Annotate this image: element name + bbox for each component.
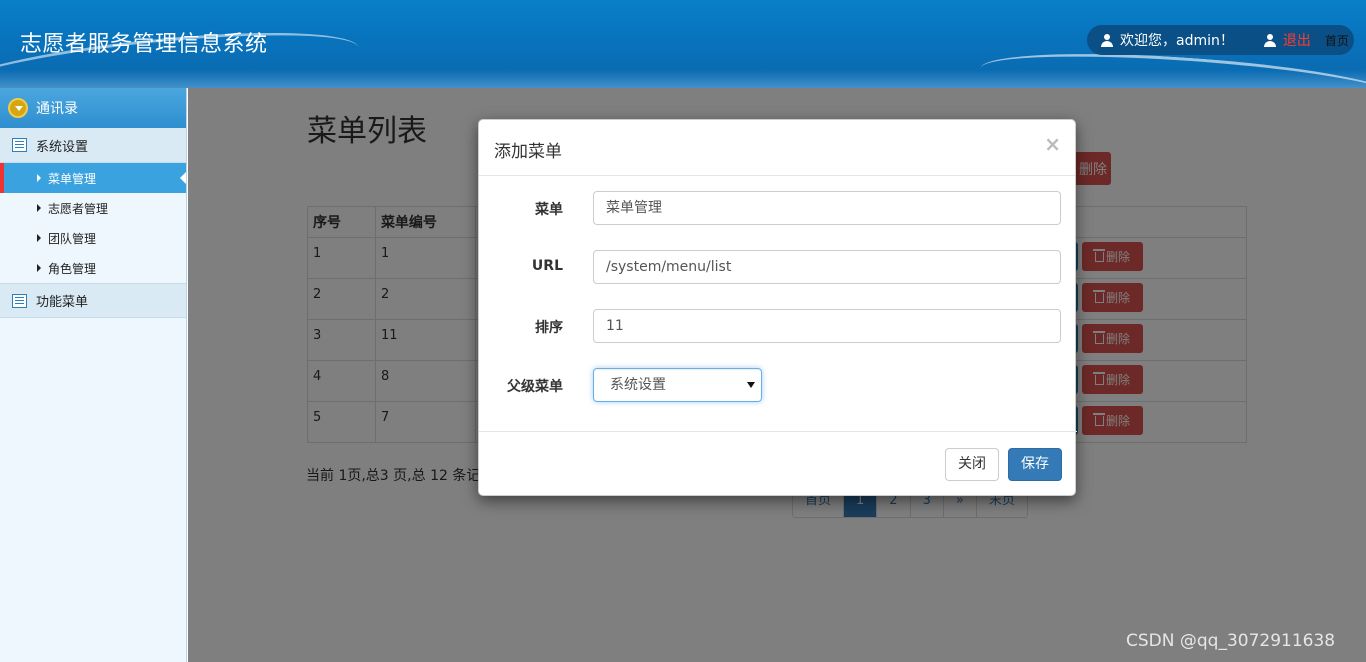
sidebar-item-label: 菜单管理 [48, 171, 97, 186]
user-icon [1101, 33, 1113, 47]
sort-input[interactable]: 11 [593, 309, 1061, 343]
sidebar: 通讯录 系统设置 菜单管理 志愿者管理 团队管理 角色管理 功能菜单 [0, 88, 187, 662]
welcome-text: 欢迎您，admin！ [1120, 33, 1234, 49]
url-value: /system/menu/list [606, 259, 732, 275]
caret-down-icon [747, 382, 755, 388]
sidebar-contacts[interactable]: 通讯录 [0, 88, 186, 128]
logout-link[interactable]: 退出 [1283, 30, 1311, 50]
form-row-url: URL /system/menu/list [479, 250, 1077, 284]
parent-menu-label: 父级菜单 [507, 379, 563, 395]
add-menu-modal: 添加菜单 × 菜单 菜单管理 URL /system/menu/list 排序 … [478, 119, 1077, 496]
parent-menu-value: 系统设置 [610, 377, 666, 393]
sidebar-item-label: 角色管理 [48, 261, 97, 276]
app-title: 志愿者服务管理信息系统 [20, 32, 268, 57]
close-icon[interactable]: × [1044, 132, 1061, 156]
chevron-down-icon [8, 98, 28, 118]
sidebar-item-team-management[interactable]: 团队管理 [0, 223, 186, 253]
url-input[interactable]: /system/menu/list [593, 250, 1061, 284]
modal-footer: 关闭 保存 [479, 431, 1077, 496]
sidebar-contacts-label: 通讯录 [36, 101, 78, 117]
save-button[interactable]: 保存 [1008, 448, 1062, 481]
sidebar-group-label: 系统设置 [36, 139, 89, 155]
form-row-menu: 菜单 菜单管理 [479, 191, 1077, 225]
sidebar-group-system-settings[interactable]: 系统设置 [0, 128, 186, 163]
home-link[interactable]: 首页 [1325, 32, 1349, 49]
caret-right-icon [37, 204, 41, 212]
sidebar-item-role-management[interactable]: 角色管理 [0, 253, 186, 283]
menu-name-value: 菜单管理 [606, 200, 662, 216]
caret-right-icon [37, 234, 41, 242]
modal-title: 添加菜单 [494, 142, 562, 162]
sidebar-group-label: 功能菜单 [36, 295, 89, 310]
menu-name-input[interactable]: 菜单管理 [593, 191, 1061, 225]
sort-value: 11 [606, 318, 624, 334]
list-icon [12, 138, 27, 152]
form-row-parent: 父级菜单 系统设置 [479, 368, 1077, 402]
app-header: 志愿者服务管理信息系统 欢迎您，admin！ 退出 首页 [0, 0, 1366, 88]
parent-menu-select[interactable]: 系统设置 [593, 368, 762, 402]
watermark: CSDN @qq_3072911638 [1126, 631, 1336, 651]
sidebar-item-label: 团队管理 [48, 231, 97, 246]
sidebar-item-volunteer-management[interactable]: 志愿者管理 [0, 193, 186, 223]
sort-label: 排序 [535, 320, 563, 336]
user-icon [1263, 33, 1276, 47]
menu-label: 菜单 [535, 202, 563, 218]
url-label: URL [531, 258, 563, 274]
list-icon [12, 293, 27, 308]
form-row-sort: 排序 11 [479, 309, 1077, 343]
sidebar-item-menu-management[interactable]: 菜单管理 [0, 163, 186, 193]
sidebar-group-function-menu[interactable]: 功能菜单 [0, 283, 186, 318]
caret-right-icon [37, 174, 41, 182]
close-button[interactable]: 关闭 [945, 448, 999, 481]
user-bar: 欢迎您，admin！ 退出 首页 [1087, 25, 1354, 55]
modal-header: 添加菜单 × [479, 120, 1075, 176]
active-indicator [180, 172, 186, 184]
header-glow [0, 70, 1366, 88]
caret-right-icon [37, 264, 41, 272]
sidebar-item-label: 志愿者管理 [48, 201, 109, 216]
